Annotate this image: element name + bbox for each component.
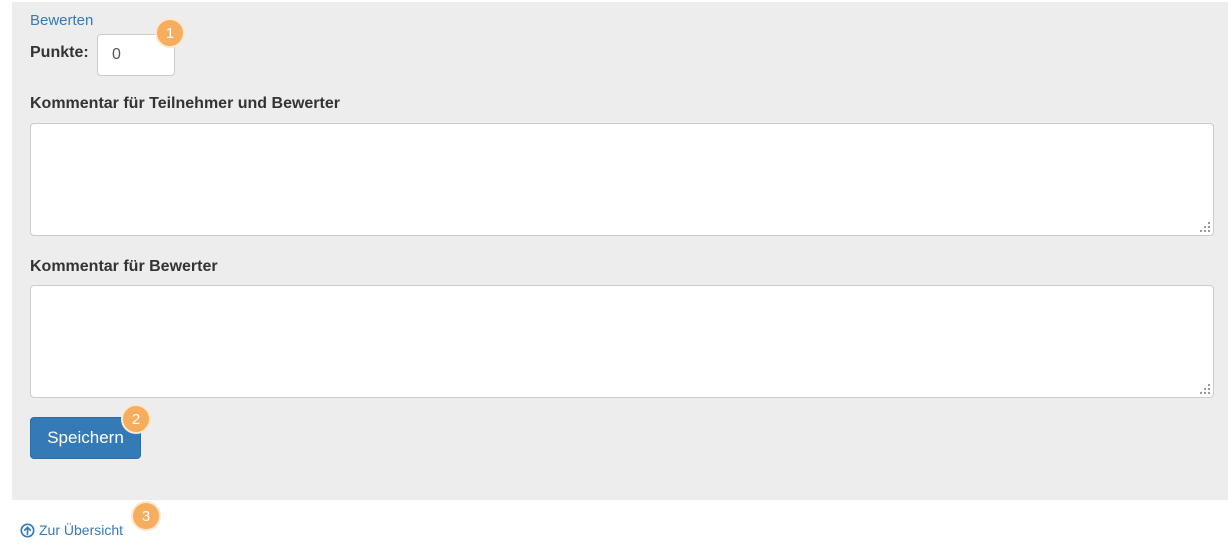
- overview-link[interactable]: Zur Übersicht: [20, 522, 123, 538]
- circle-arrow-up-icon: [20, 522, 35, 538]
- resize-grip-icon[interactable]: [1200, 222, 1210, 232]
- grading-panel: [12, 2, 1228, 500]
- annotation-marker: 3: [131, 501, 161, 531]
- comment-graders-label: Kommentar für Bewerter: [30, 258, 218, 275]
- comment-graders-textarea[interactable]: [30, 285, 1214, 398]
- resize-grip-icon[interactable]: [1200, 384, 1210, 394]
- annotation-marker: 2: [121, 404, 151, 434]
- comment-participants-textarea[interactable]: [30, 123, 1214, 236]
- points-label: Punkte:: [30, 44, 89, 61]
- overview-label: Zur Übersicht: [39, 522, 124, 538]
- grading-section-link[interactable]: Bewerten: [30, 12, 93, 29]
- comment-participants-label: Kommentar für Teilnehmer und Bewerter: [30, 95, 340, 112]
- annotation-marker: 1: [155, 18, 185, 48]
